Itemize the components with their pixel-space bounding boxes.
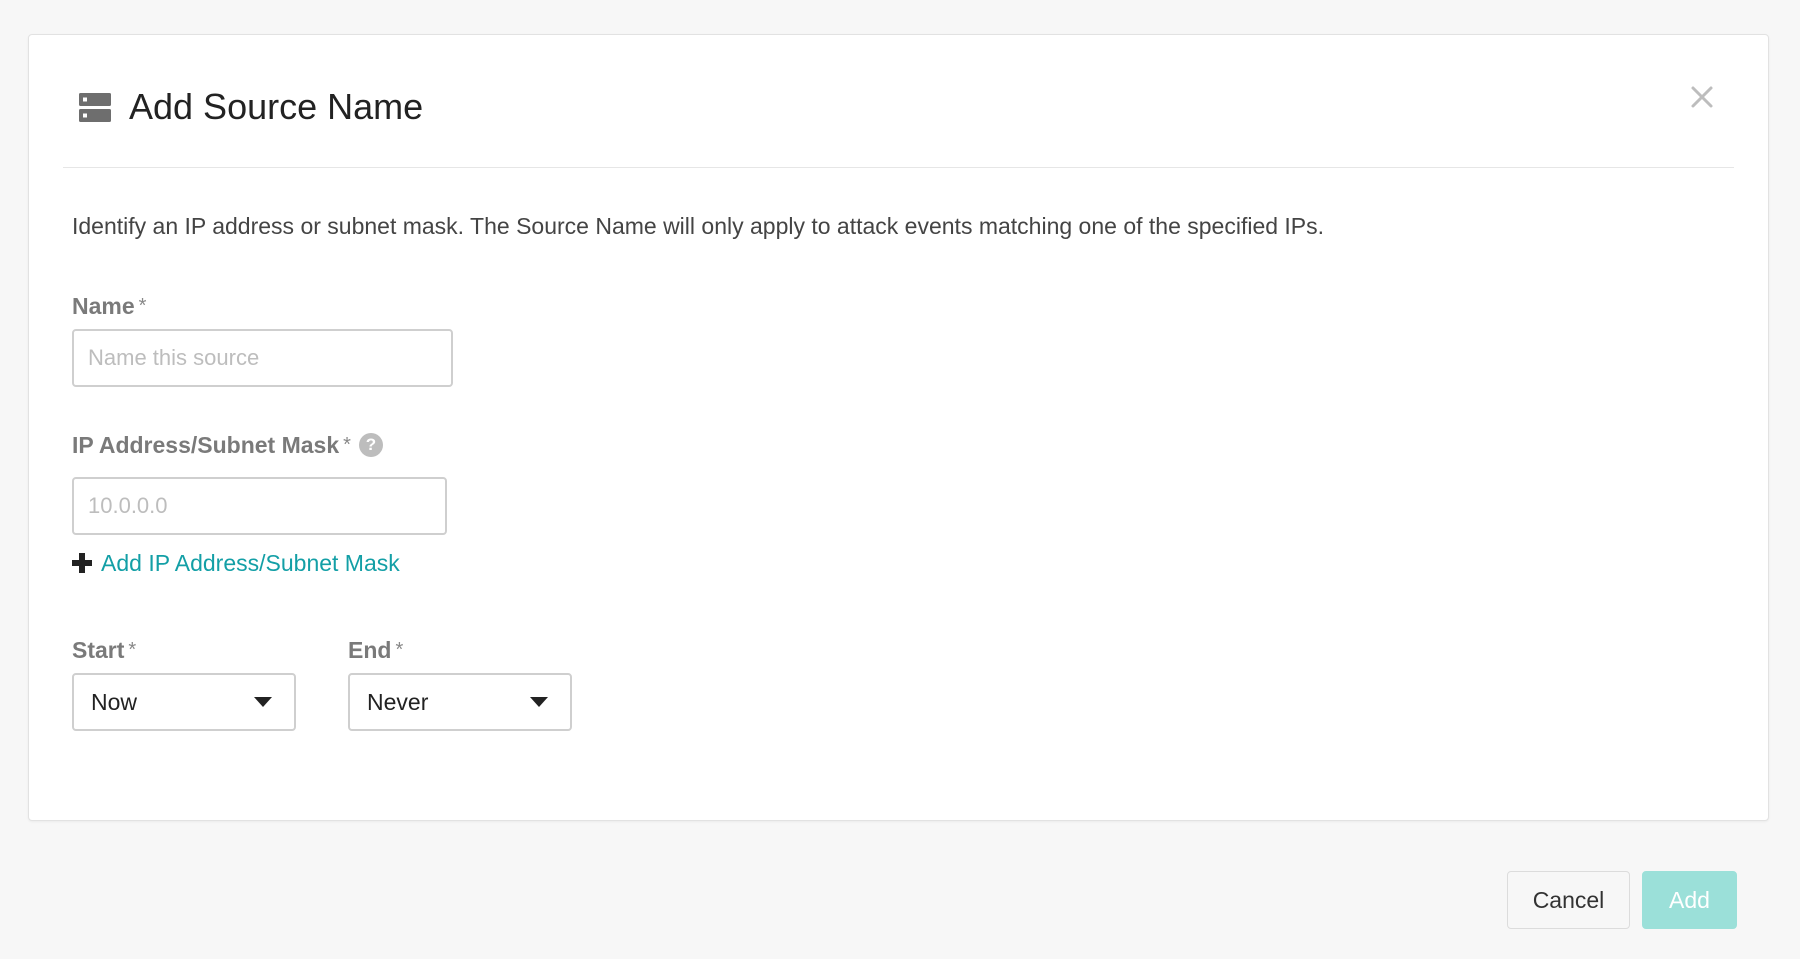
dialog-title: Add Source Name: [129, 86, 424, 127]
ip-label-text: IP Address/Subnet Mask: [72, 432, 340, 458]
chevron-down-icon: [254, 697, 272, 707]
required-asterisk: *: [343, 434, 351, 456]
name-label-text: Name: [72, 293, 135, 319]
name-label: Name *: [72, 291, 146, 321]
required-asterisk: *: [395, 639, 404, 661]
end-label: End *: [348, 635, 403, 665]
start-selected-value: Now: [91, 689, 138, 715]
ip-address-input[interactable]: [72, 477, 447, 535]
header-divider: [63, 167, 1734, 168]
chevron-down-icon: [530, 697, 548, 707]
add-ip-address-label: Add IP Address/Subnet Mask: [101, 550, 400, 576]
add-button[interactable]: Add: [1642, 871, 1737, 929]
name-input[interactable]: [72, 329, 453, 387]
cancel-button[interactable]: Cancel: [1507, 871, 1630, 929]
start-select[interactable]: Now: [72, 673, 296, 731]
start-label: Start *: [72, 635, 136, 665]
end-selected-value: Never: [367, 689, 429, 715]
dialog-header: Add Source Name: [29, 35, 1768, 168]
end-select[interactable]: Never: [348, 673, 572, 731]
required-asterisk: *: [138, 295, 147, 317]
start-label-text: Start: [72, 637, 125, 663]
plus-icon: [72, 553, 92, 573]
add-source-name-dialog: Add Source Name Identify an IP address o…: [28, 34, 1769, 821]
end-label-text: End: [348, 637, 392, 663]
ip-label: IP Address/Subnet Mask *: [72, 430, 351, 460]
server-icon: [79, 92, 111, 124]
help-icon[interactable]: ?: [359, 433, 383, 457]
required-asterisk: *: [128, 639, 137, 661]
close-icon[interactable]: [1688, 83, 1716, 111]
dialog-description: Identify an IP address or subnet mask. T…: [72, 213, 1325, 239]
add-ip-address-link[interactable]: Add IP Address/Subnet Mask: [72, 547, 400, 579]
